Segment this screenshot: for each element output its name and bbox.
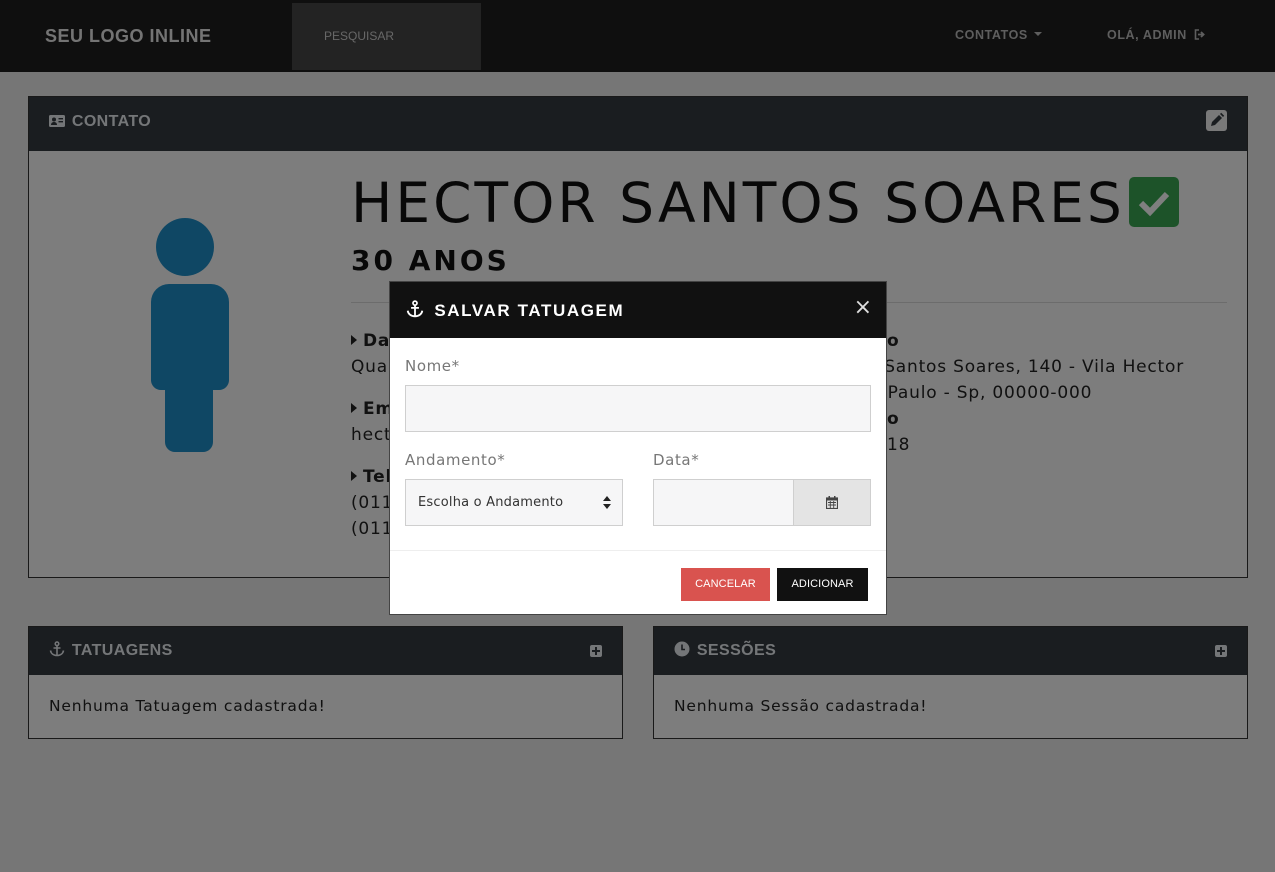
modal-footer-divider	[390, 550, 886, 551]
select-arrows-icon	[603, 496, 611, 510]
calendar-icon	[826, 496, 838, 509]
modal-header: SALVAR TATUAGEM ×	[390, 282, 886, 338]
add-button[interactable]: ADICIONAR	[777, 568, 868, 601]
save-tattoo-modal: SALVAR TATUAGEM × Nome* Andamento* Escol…	[389, 281, 887, 615]
name-field-label: Nome*	[405, 357, 460, 375]
name-field[interactable]	[405, 385, 871, 432]
progress-field-label: Andamento*	[405, 451, 506, 469]
progress-select[interactable]: Escolha o Andamento	[405, 479, 623, 526]
date-field-label: Data*	[653, 451, 700, 469]
date-picker-button[interactable]	[793, 479, 871, 526]
anchor-icon	[406, 300, 424, 318]
close-icon[interactable]: ×	[854, 296, 872, 320]
modal-title-text: SALVAR TATUAGEM	[434, 301, 625, 320]
date-field[interactable]	[653, 479, 794, 526]
modal-title: SALVAR TATUAGEM	[406, 300, 624, 321]
cancel-button[interactable]: CANCELAR	[681, 568, 770, 601]
progress-select-value: Escolha o Andamento	[418, 495, 564, 510]
